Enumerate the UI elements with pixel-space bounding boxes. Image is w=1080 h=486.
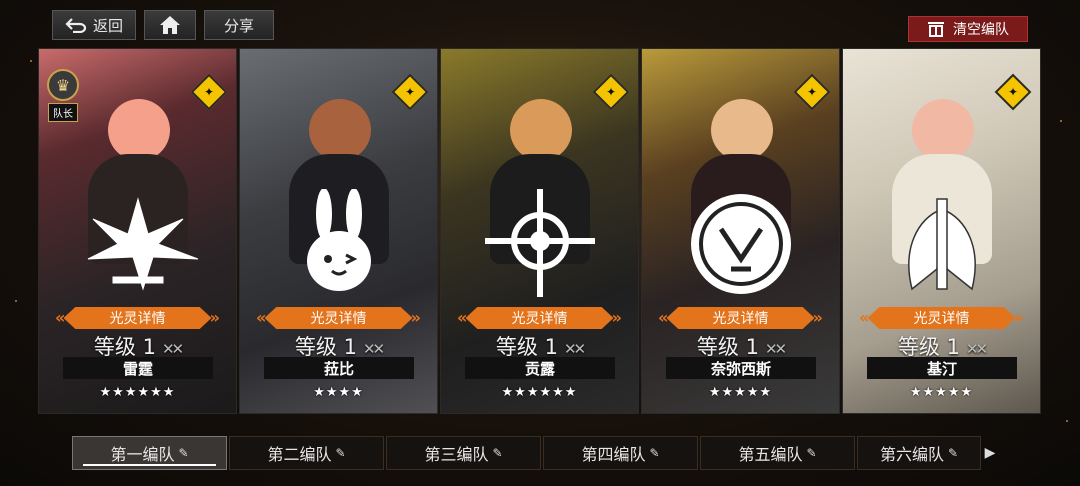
- leader-tag: 队长: [48, 103, 78, 122]
- tab-label: 第三编队: [424, 445, 489, 464]
- detail-button[interactable]: 光灵详情: [63, 307, 212, 329]
- pencil-icon[interactable]: ✎: [492, 446, 502, 460]
- clear-team-button[interactable]: 清空编队: [908, 16, 1028, 42]
- ember-spark: [30, 60, 32, 62]
- character-card[interactable]: ✦ « 光灵详情 » 等级 1 ✕✕ 奈弥西斯 ★★★★★: [641, 48, 840, 414]
- tab-team-5[interactable]: 第五编队 ✎: [700, 436, 855, 470]
- leader-badge: ♛ 队长: [45, 69, 81, 122]
- faction-emblem-icon: [306, 189, 371, 291]
- character-card[interactable]: ✦ « 光灵详情 » 等级 1 ✕✕ 贡露 ★★★★★★: [440, 48, 639, 414]
- chevron-right-icon: »: [410, 308, 421, 327]
- detail-label: 光灵详情: [913, 311, 970, 327]
- character-card[interactable]: ♛ 队长 ✦ « 光灵详情 » 等级 1 ✕✕ 雷霆 ★★★★★★: [38, 48, 237, 414]
- detail-button[interactable]: 光灵详情: [867, 307, 1016, 329]
- trash-icon: [928, 22, 944, 37]
- top-toolbar: 返回 分享: [52, 10, 274, 40]
- detail-button[interactable]: 光灵详情: [465, 307, 614, 329]
- tab-team-2[interactable]: 第二编队 ✎: [229, 436, 384, 470]
- share-label: 分享: [223, 16, 254, 35]
- team-card-row: ♛ 队长 ✦ « 光灵详情 » 等级 1 ✕✕ 雷霆 ★★★★★★ ✦ « 光灵…: [38, 48, 1042, 414]
- faction-emblem-icon: [484, 189, 595, 297]
- ember-spark: [1066, 420, 1068, 422]
- tab-label: 第六编队: [879, 445, 944, 464]
- character-name: 奈弥西斯: [666, 357, 816, 379]
- rank-icon: ✕✕: [965, 340, 988, 358]
- back-label: 返回: [92, 16, 123, 35]
- chevron-right-icon: »: [1013, 308, 1024, 327]
- chevron-right-icon[interactable]: ▶: [983, 436, 997, 470]
- detail-button[interactable]: 光灵详情: [264, 307, 413, 329]
- share-button[interactable]: 分享: [204, 10, 274, 40]
- home-icon: [160, 16, 180, 34]
- detail-label: 光灵详情: [109, 311, 166, 327]
- chevron-right-icon: »: [209, 308, 220, 327]
- rank-icon: ✕✕: [362, 340, 385, 358]
- tab-label: 第二编队: [267, 445, 332, 464]
- detail-label: 光灵详情: [712, 311, 769, 327]
- tab-label: 第四编队: [581, 445, 646, 464]
- clear-team-label: 清空编队: [953, 22, 1009, 38]
- pencil-icon[interactable]: ✎: [948, 446, 958, 460]
- tab-team-3[interactable]: 第三编队 ✎: [386, 436, 541, 470]
- star-rating: ★★★★★★: [99, 385, 176, 400]
- back-arrow-icon: [65, 18, 87, 33]
- faction-emblem-icon: [907, 198, 976, 291]
- chevron-right-icon: »: [611, 308, 622, 327]
- character-card[interactable]: ✦ « 光灵详情 » 等级 1 ✕✕ 菈比 ★★★★: [239, 48, 438, 414]
- detail-label: 光灵详情: [310, 311, 367, 327]
- back-button[interactable]: 返回: [52, 10, 136, 40]
- home-button[interactable]: [144, 10, 196, 40]
- faction-emblem-icon: [690, 194, 791, 294]
- faction-emblem-icon: [87, 197, 198, 291]
- pencil-icon[interactable]: ✎: [335, 446, 345, 460]
- star-rating: ★★★★★: [708, 385, 773, 400]
- tab-team-1[interactable]: 第一编队 ✎: [72, 436, 227, 470]
- star-rating: ★★★★★★: [501, 385, 578, 400]
- crown-icon: ♛: [47, 69, 79, 101]
- tab-label: 第五编队: [738, 445, 803, 464]
- rank-icon: ✕✕: [764, 340, 787, 358]
- detail-label: 光灵详情: [511, 311, 568, 327]
- tab-team-4[interactable]: 第四编队 ✎: [543, 436, 698, 470]
- team-tab-bar: 第一编队 ✎ 第二编队 ✎ 第三编队 ✎ 第四编队 ✎ 第五编队 ✎ 第六编队 …: [72, 436, 997, 470]
- pencil-icon[interactable]: ✎: [806, 446, 816, 460]
- pencil-icon[interactable]: ✎: [649, 446, 659, 460]
- character-card[interactable]: ✦ « 光灵详情 » 等级 1 ✕✕ 基汀 ★★★★★: [842, 48, 1041, 414]
- pencil-icon[interactable]: ✎: [178, 446, 188, 460]
- star-rating: ★★★★★: [909, 385, 974, 400]
- tab-label: 第一编队: [110, 445, 175, 464]
- detail-button[interactable]: 光灵详情: [666, 307, 815, 329]
- rank-icon: ✕✕: [161, 340, 184, 358]
- ember-spark: [1060, 120, 1062, 122]
- ember-spark: [15, 300, 17, 302]
- character-name: 菈比: [264, 357, 414, 379]
- character-name: 基汀: [867, 357, 1017, 379]
- character-name: 雷霆: [63, 357, 213, 379]
- tab-team-6[interactable]: 第六编队 ✎: [857, 436, 981, 470]
- character-name: 贡露: [465, 357, 615, 379]
- chevron-right-icon: »: [812, 308, 823, 327]
- star-rating: ★★★★: [313, 385, 364, 400]
- rank-icon: ✕✕: [563, 340, 586, 358]
